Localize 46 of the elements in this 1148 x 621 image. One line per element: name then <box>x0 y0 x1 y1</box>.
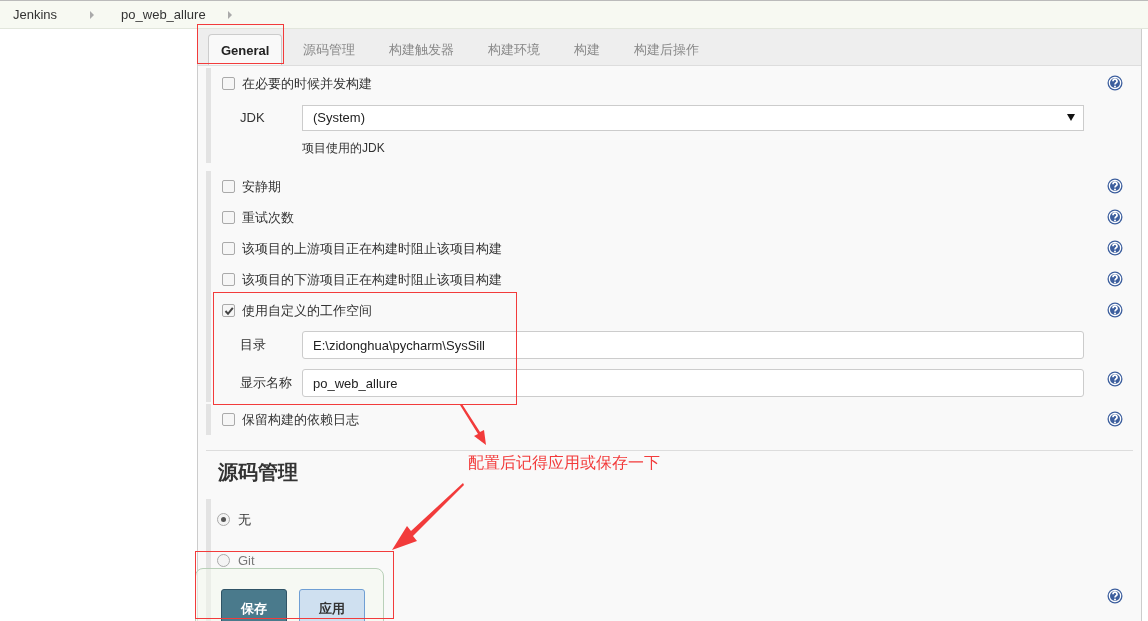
help-icon[interactable] <box>1107 178 1123 194</box>
help-icon[interactable] <box>1107 240 1123 256</box>
breadcrumb-link[interactable]: Jenkins <box>13 7 58 22</box>
checkbox[interactable] <box>222 242 235 255</box>
tab[interactable]: General <box>208 34 283 65</box>
checkbox[interactable] <box>222 304 235 317</box>
field-label: 显示名称 <box>239 374 293 392</box>
checkbox[interactable] <box>222 180 235 193</box>
checkbox[interactable] <box>222 211 235 224</box>
checkbox-label: 该项目的下游项目正在构建时阻止该项目构建 <box>242 270 502 289</box>
hint-text: 项目使用的JDK <box>301 139 386 157</box>
breadcrumb-link[interactable]: po_web_allure <box>121 7 206 22</box>
radio-button[interactable] <box>217 554 230 567</box>
field-label: 目录 <box>239 336 267 354</box>
chevron-icon <box>227 10 232 19</box>
checkbox-label: 在必要的时候并发构建 <box>242 74 372 93</box>
help-icon[interactable] <box>1107 271 1123 287</box>
field-label: JDK <box>239 110 266 125</box>
save-button[interactable]: 保存 <box>221 589 287 621</box>
text-field[interactable]: E:\zidonghua\pycharm\SysSill <box>302 331 1084 359</box>
radio-label: 无 <box>238 510 251 529</box>
checkbox-label: 使用自定义的工作空间 <box>242 301 372 320</box>
checkbox[interactable] <box>222 273 235 286</box>
checkbox-label: 安静期 <box>242 177 281 196</box>
checkbox[interactable] <box>222 77 235 90</box>
jdk-select[interactable]: (System) <box>302 104 1084 131</box>
checkbox-label: 重试次数 <box>242 208 294 227</box>
radio-button[interactable] <box>217 513 230 526</box>
section-heading: 源码管理 <box>218 460 298 485</box>
apply-button[interactable]: 应用 <box>299 589 365 621</box>
arrow-icon <box>458 404 488 446</box>
text-field[interactable]: po_web_allure <box>302 369 1084 397</box>
help-icon[interactable] <box>1107 75 1123 91</box>
help-icon[interactable] <box>1107 588 1123 604</box>
checkbox[interactable] <box>222 413 235 426</box>
caret-icon <box>1067 114 1075 121</box>
help-icon[interactable] <box>1107 302 1123 318</box>
help-icon[interactable] <box>1107 209 1123 225</box>
checkbox-label: 保留构建的依赖日志 <box>242 410 359 429</box>
help-icon[interactable] <box>1107 371 1123 387</box>
arrow-icon <box>391 482 464 551</box>
chevron-icon <box>90 10 95 19</box>
checkbox-label: 该项目的上游项目正在构建时阻止该项目构建 <box>242 239 502 258</box>
help-icon[interactable] <box>1107 411 1123 427</box>
radio-label: Git <box>238 553 255 568</box>
annotation-text: 配置后记得应用或保存一下 <box>468 453 660 473</box>
